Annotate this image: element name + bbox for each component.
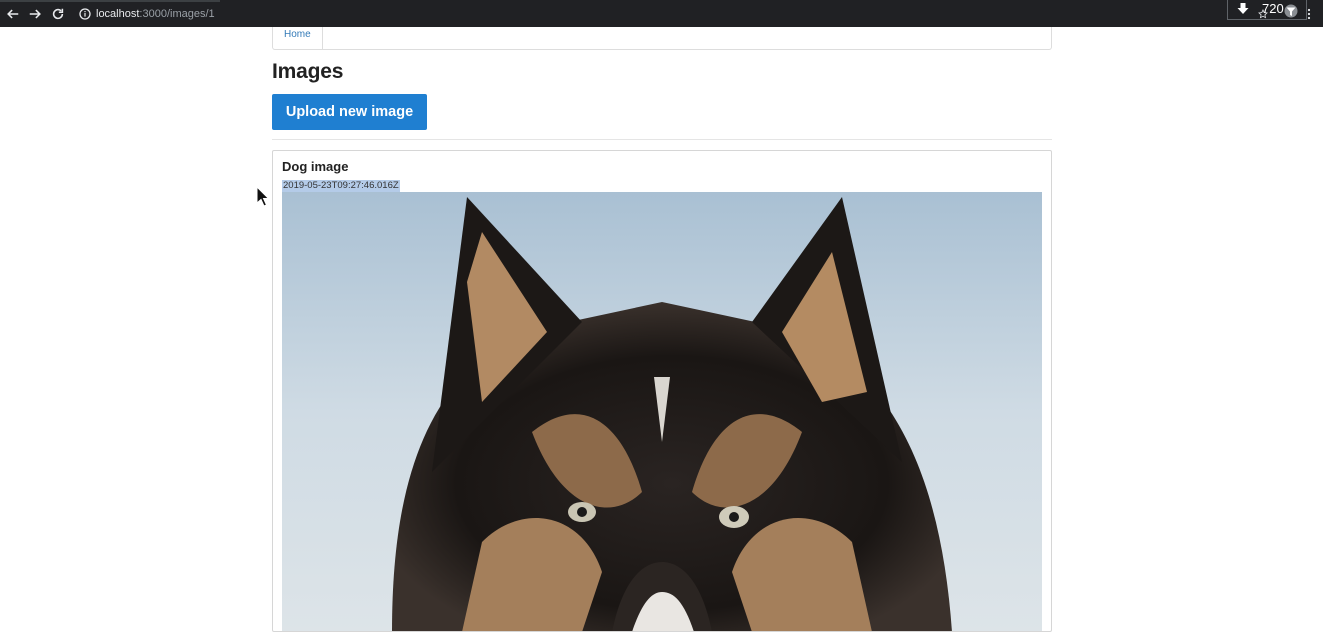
dog-photo [282,192,1042,631]
info-icon[interactable] [79,8,91,20]
page-title: Images [272,60,344,83]
filter-icon[interactable] [1284,4,1298,18]
divider [272,139,1052,140]
forward-button[interactable] [27,6,43,22]
image-title: Dog image [282,159,349,174]
url-path: :3000/images/1 [139,8,215,20]
extension-area: 720 [1227,0,1307,20]
nav-home-link[interactable]: Home [273,27,323,49]
mouse-cursor-icon [256,186,270,207]
image-card: Dog image 2019-05-23T09:27:46.016Z [272,150,1052,632]
tab-strip-edge [0,0,220,2]
navbar: Home [272,27,1052,50]
image-timestamp: 2019-05-23T09:27:46.016Z [282,180,400,192]
browser-toolbar: localhost:3000/images/1 720 [0,0,1323,27]
url-host: localhost [96,8,140,20]
address-bar[interactable]: localhost:3000/images/1 [96,7,215,21]
upload-new-image-button[interactable]: Upload new image [272,94,427,130]
reload-button[interactable] [50,6,66,22]
kebab-menu-icon[interactable] [1305,8,1313,20]
back-button[interactable] [5,6,21,22]
reload-icon [52,8,64,20]
forward-arrow-icon [29,9,41,19]
back-arrow-icon [7,9,19,19]
download-icon[interactable] [1236,2,1250,16]
dog-illustration [282,192,1042,631]
extension-label[interactable]: 720 [1262,1,1284,16]
